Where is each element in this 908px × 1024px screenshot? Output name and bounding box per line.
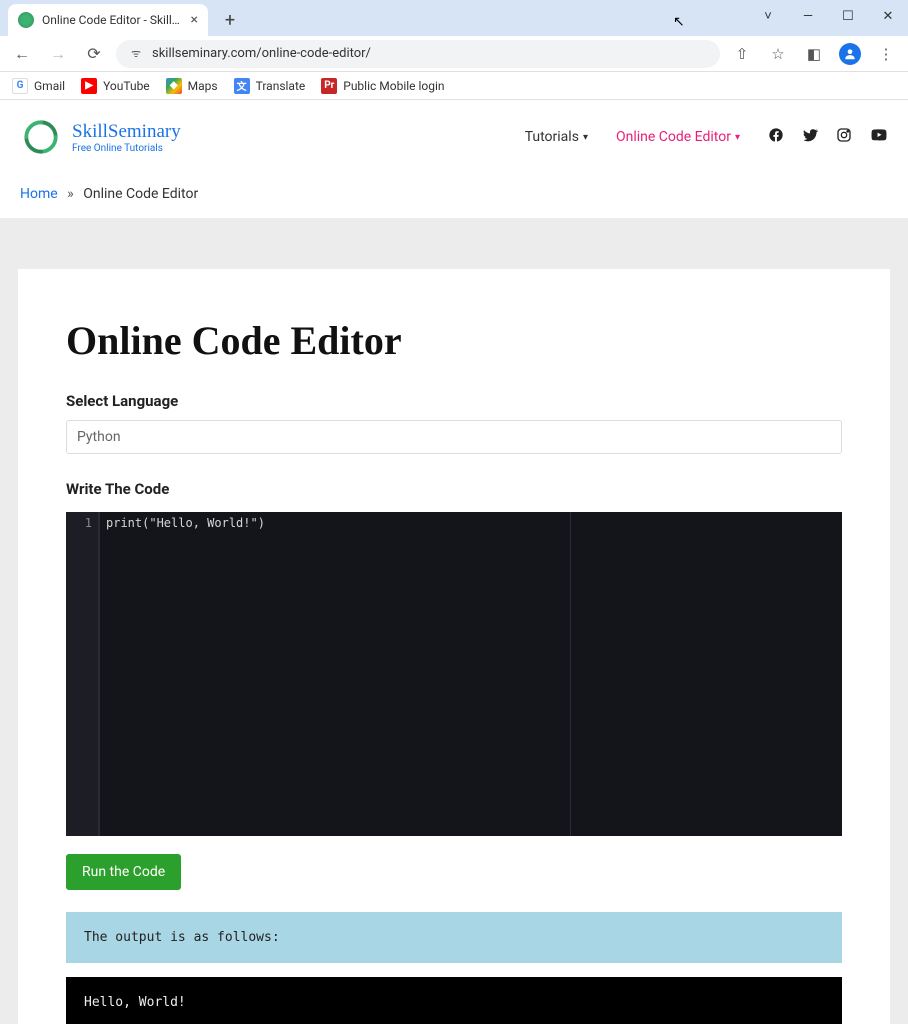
- browser-tab[interactable]: Online Code Editor - Skill Semin ×: [8, 4, 208, 36]
- site-logo[interactable]: SkillSeminary Free Online Tutorials: [20, 116, 181, 158]
- content-card: Online Code Editor Select Language Write…: [18, 269, 890, 1024]
- maps-icon: ◆: [166, 78, 182, 94]
- youtube-icon: ▶: [81, 78, 97, 94]
- translate-icon: 文: [234, 78, 250, 94]
- bookmark-gmail[interactable]: G Gmail: [12, 78, 65, 94]
- youtube-icon[interactable]: [870, 127, 888, 147]
- new-tab-button[interactable]: +: [216, 6, 244, 34]
- bookmark-label: Maps: [188, 79, 218, 93]
- nav-label: Tutorials: [525, 129, 579, 145]
- window-controls: ˅ ― ☐ ✕: [748, 0, 908, 32]
- url-text: skillseminary.com/online-code-editor/: [152, 46, 371, 61]
- content-wrapper: Online Code Editor Select Language Write…: [0, 219, 908, 1024]
- code-line: print("Hello, World!"): [106, 516, 836, 530]
- site-header: SkillSeminary Free Online Tutorials Tuto…: [0, 100, 908, 174]
- breadcrumb-separator: »: [67, 186, 74, 202]
- language-input[interactable]: [66, 420, 842, 454]
- public-mobile-icon: Pr: [321, 78, 337, 94]
- code-area[interactable]: print("Hello, World!"): [100, 512, 842, 836]
- bookmark-translate[interactable]: 文 Translate: [234, 78, 306, 94]
- language-label: Select Language: [66, 392, 842, 410]
- chevron-down-icon: ▾: [583, 132, 588, 143]
- gmail-icon: G: [12, 78, 28, 94]
- breadcrumb-home[interactable]: Home: [20, 186, 58, 202]
- bookmarks-bar: G Gmail ▶ YouTube ◆ Maps 文 Translate Pr …: [0, 72, 908, 100]
- nav-online-code-editor[interactable]: Online Code Editor ▾: [616, 129, 740, 145]
- logo-title: SkillSeminary: [72, 121, 181, 143]
- profile-avatar-icon: [839, 43, 861, 65]
- code-editor[interactable]: 1 print("Hello, World!"): [66, 512, 842, 836]
- menu-kebab-icon[interactable]: ⋮: [872, 40, 900, 68]
- editor-ruler: [570, 512, 571, 836]
- reload-button[interactable]: ⟳: [80, 40, 108, 68]
- tab-title: Online Code Editor - Skill Semin: [42, 13, 183, 27]
- dropdown-chevron-icon[interactable]: ˅: [748, 0, 788, 32]
- chevron-down-icon: ▾: [735, 132, 740, 143]
- bookmark-youtube[interactable]: ▶ YouTube: [81, 78, 150, 94]
- side-panel-icon[interactable]: ◧: [800, 40, 828, 68]
- back-button[interactable]: ←: [8, 40, 36, 68]
- close-window-button[interactable]: ✕: [868, 0, 908, 32]
- bookmark-maps[interactable]: ◆ Maps: [166, 78, 218, 94]
- page-title: Online Code Editor: [66, 317, 842, 364]
- profile-button[interactable]: [836, 40, 864, 68]
- close-tab-icon[interactable]: ×: [191, 12, 198, 28]
- logo-subtitle: Free Online Tutorials: [72, 143, 181, 154]
- bookmark-label: YouTube: [103, 79, 150, 93]
- nav-tutorials[interactable]: Tutorials ▾: [525, 129, 588, 145]
- forward-button[interactable]: →: [44, 40, 72, 68]
- twitter-icon[interactable]: [802, 127, 818, 147]
- page-viewport[interactable]: SkillSeminary Free Online Tutorials Tuto…: [0, 100, 908, 1024]
- breadcrumb-current: Online Code Editor: [83, 186, 198, 202]
- bookmark-label: Public Mobile login: [343, 79, 444, 93]
- output-label: The output is as follows:: [66, 912, 842, 963]
- social-links: [768, 127, 888, 147]
- minimize-button[interactable]: ―: [788, 0, 828, 32]
- output-box: Hello, World!: [66, 977, 842, 1024]
- breadcrumb: Home » Online Code Editor: [0, 174, 908, 219]
- logo-swirl-icon: [20, 116, 62, 158]
- code-label: Write The Code: [66, 480, 842, 498]
- bookmark-star-icon[interactable]: ☆: [764, 40, 792, 68]
- site-info-icon[interactable]: ᯤ: [128, 46, 144, 62]
- tab-favicon-icon: [18, 12, 34, 28]
- browser-toolbar: ← → ⟳ ᯤ skillseminary.com/online-code-ed…: [0, 36, 908, 72]
- address-bar[interactable]: ᯤ skillseminary.com/online-code-editor/: [116, 40, 720, 68]
- browser-titlebar: Online Code Editor - Skill Semin × + ˅ ―…: [0, 0, 908, 36]
- instagram-icon[interactable]: [836, 127, 852, 147]
- share-icon[interactable]: ⇧: [728, 40, 756, 68]
- site-nav: Tutorials ▾ Online Code Editor ▾: [525, 127, 888, 147]
- bookmark-label: Gmail: [34, 79, 65, 93]
- bookmark-label: Translate: [256, 79, 306, 93]
- line-gutter: 1: [66, 512, 98, 836]
- maximize-button[interactable]: ☐: [828, 0, 868, 32]
- facebook-icon[interactable]: [768, 127, 784, 147]
- nav-label: Online Code Editor: [616, 129, 731, 145]
- run-code-button[interactable]: Run the Code: [66, 854, 181, 890]
- bookmark-public-mobile[interactable]: Pr Public Mobile login: [321, 78, 444, 94]
- line-number: 1: [66, 516, 92, 530]
